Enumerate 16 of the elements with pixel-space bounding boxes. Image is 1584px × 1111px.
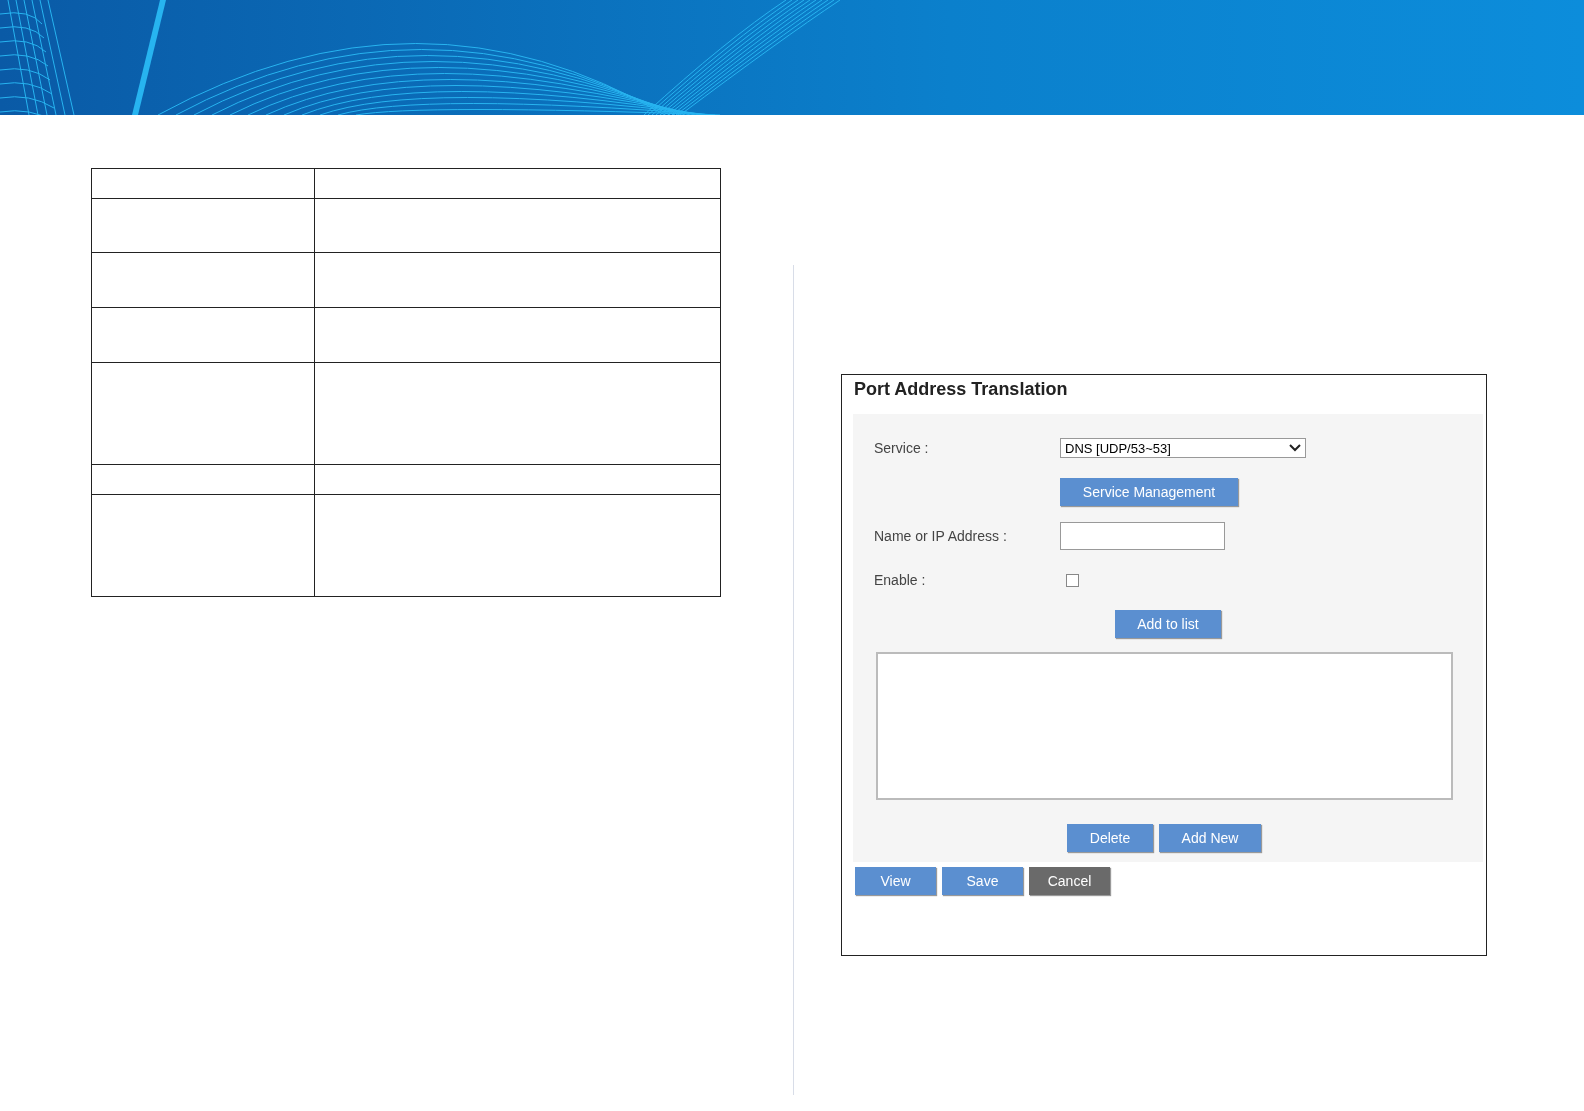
list-box[interactable] [876, 652, 1453, 800]
panel-title: Port Address Translation [854, 379, 1069, 400]
list-button[interactable]: Add New [1159, 824, 1261, 852]
field-label: Service : [873, 440, 930, 456]
list-button[interactable]: Delete [1067, 824, 1153, 852]
footer-button[interactable]: Cancel [1029, 867, 1110, 895]
form-button[interactable]: Service Management [1060, 478, 1238, 506]
form-button[interactable]: Add to list [1115, 610, 1221, 638]
field-label: Name or IP Address : [873, 528, 1008, 544]
field-label: Enable : [873, 572, 927, 588]
service-dropdown[interactable]: DNS [UDP/53~53] [1060, 438, 1306, 458]
enable-checkbox[interactable] [1066, 573, 1079, 587]
footer-button[interactable]: Save [942, 867, 1023, 895]
footer-button[interactable]: View [855, 867, 936, 895]
chevron-down-icon [1289, 444, 1301, 452]
address-input[interactable] [1060, 522, 1225, 550]
